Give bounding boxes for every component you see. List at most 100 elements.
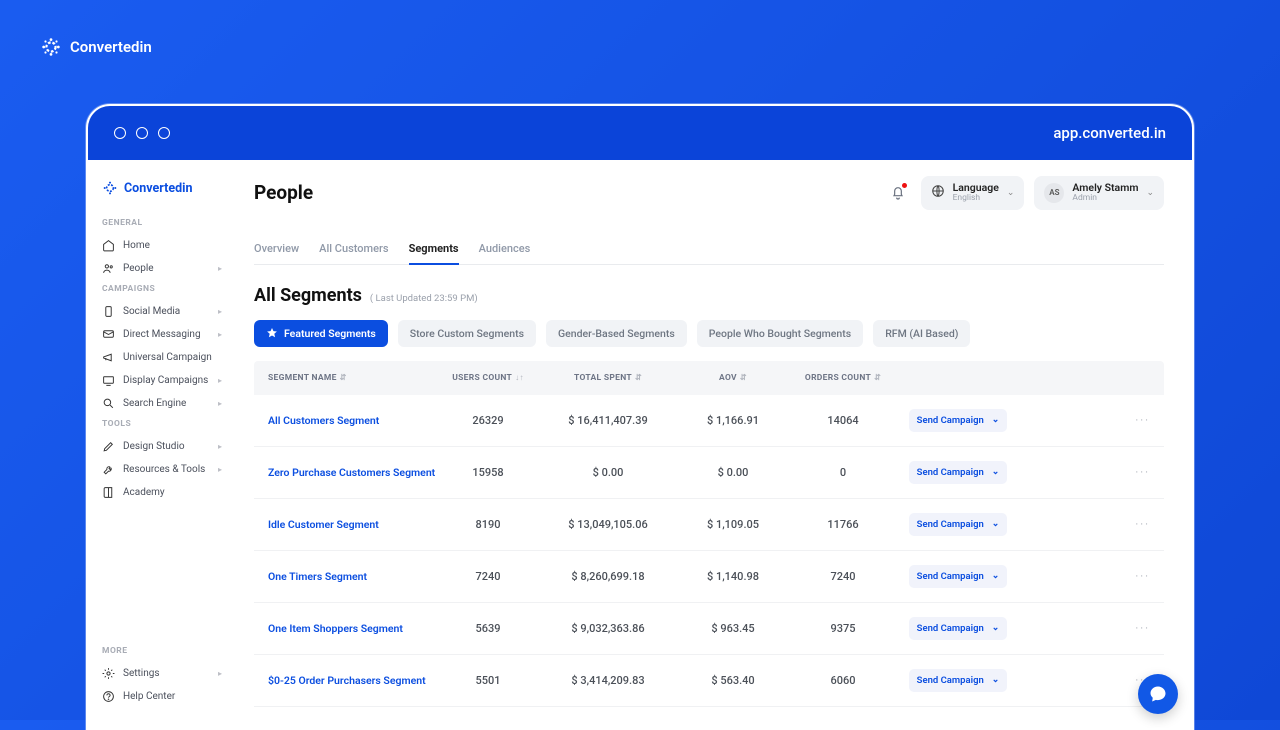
- sidebar-item-label: Settings: [123, 668, 160, 679]
- sidebar-item-home[interactable]: Home: [102, 234, 222, 257]
- table-row: Idle Customer Segment8190$ 13,049,105.06…: [254, 499, 1164, 551]
- segment-name[interactable]: One Timers Segment: [268, 570, 438, 584]
- send-campaign-button[interactable]: Send Campaign⌄: [909, 461, 1008, 484]
- send-campaign-button[interactable]: Send Campaign⌄: [909, 565, 1008, 588]
- sidebar-section-more: MORE: [102, 646, 222, 656]
- segment-name[interactable]: $0-25 Order Purchasers Segment: [268, 674, 438, 688]
- chevron-right-icon: ▸: [218, 442, 222, 451]
- window-dot[interactable]: [158, 127, 170, 139]
- section-title: All Segments: [254, 285, 362, 306]
- col-orders[interactable]: ORDERS COUNT⇵: [788, 373, 898, 383]
- aov: $ 1,166.91: [678, 414, 788, 427]
- sort-icon: ⇵: [874, 373, 881, 382]
- orders-count: 0: [788, 466, 898, 479]
- sidebar-item-academy[interactable]: Academy: [102, 481, 222, 504]
- users-count: 7240: [438, 570, 538, 583]
- star-icon: [266, 327, 278, 339]
- tabs: Overview All Customers Segments Audience…: [254, 234, 1164, 265]
- sidebar-item-search[interactable]: Search Engine▸: [102, 392, 222, 415]
- more-actions[interactable]: ···: [1018, 518, 1150, 531]
- sidebar-section-general: GENERAL: [102, 218, 222, 228]
- window-dot[interactable]: [114, 127, 126, 139]
- filter-store[interactable]: Store Custom Segments: [398, 320, 536, 347]
- col-spent[interactable]: TOTAL SPENT⇵: [538, 373, 678, 383]
- orders-count: 7240: [788, 570, 898, 583]
- sidebar-item-help[interactable]: Help Center: [102, 685, 222, 708]
- total-spent: $ 13,049,105.06: [538, 518, 678, 531]
- orders-count: 11766: [788, 518, 898, 531]
- chevron-down-icon: ⌄: [992, 519, 1000, 529]
- users-count: 5639: [438, 622, 538, 635]
- tab-all-customers[interactable]: All Customers: [319, 234, 388, 264]
- segment-filters: Featured Segments Store Custom Segments …: [254, 320, 1164, 347]
- more-actions[interactable]: ···: [1018, 414, 1150, 427]
- language-switcher[interactable]: LanguageEnglish ⌄: [921, 176, 1025, 210]
- sort-desc-icon: ↓↑: [515, 373, 524, 382]
- send-campaign-button[interactable]: Send Campaign⌄: [909, 617, 1008, 640]
- total-spent: $ 3,414,209.83: [538, 674, 678, 687]
- filter-gender[interactable]: Gender-Based Segments: [546, 320, 687, 347]
- tab-overview[interactable]: Overview: [254, 234, 299, 264]
- notifications-button[interactable]: [885, 180, 911, 206]
- aov: $ 0.00: [678, 466, 788, 479]
- more-actions[interactable]: ···: [1018, 622, 1150, 635]
- display-icon: [102, 374, 115, 387]
- tab-audiences[interactable]: Audiences: [479, 234, 531, 264]
- chevron-right-icon: ▸: [218, 669, 222, 678]
- send-campaign-button[interactable]: Send Campaign⌄: [909, 669, 1008, 692]
- segments-table: SEGMENT NAME⇵ USERS COUNT↓↑ TOTAL SPENT⇵…: [254, 361, 1164, 707]
- pen-icon: [102, 440, 115, 453]
- table-row: One Timers Segment7240$ 8,260,699.18$ 1,…: [254, 551, 1164, 603]
- table-row: One Item Shoppers Segment5639$ 9,032,363…: [254, 603, 1164, 655]
- sidebar: Convertedin GENERAL Home People▸ CAMPAIG…: [88, 160, 236, 728]
- sidebar-item-resources[interactable]: Resources & Tools▸: [102, 458, 222, 481]
- sidebar-item-social[interactable]: Social Media▸: [102, 300, 222, 323]
- brand-logo-outer: Convertedin: [40, 36, 152, 58]
- filter-featured[interactable]: Featured Segments: [254, 320, 388, 347]
- more-actions[interactable]: ···: [1018, 466, 1150, 479]
- col-name[interactable]: SEGMENT NAME⇵: [268, 373, 438, 383]
- sidebar-item-label: Universal Campaign: [123, 352, 212, 363]
- sidebar-item-label: Design Studio: [123, 441, 185, 452]
- col-users[interactable]: USERS COUNT↓↑: [438, 373, 538, 383]
- segment-name[interactable]: Idle Customer Segment: [268, 518, 438, 532]
- chevron-down-icon: ⌄: [992, 467, 1000, 477]
- segment-name[interactable]: All Customers Segment: [268, 414, 438, 428]
- sidebar-item-people[interactable]: People▸: [102, 257, 222, 280]
- chevron-down-icon: ⌄: [992, 623, 1000, 633]
- window-controls[interactable]: [114, 127, 170, 139]
- people-icon: [102, 262, 115, 275]
- more-actions[interactable]: ···: [1018, 570, 1150, 583]
- message-icon: [102, 328, 115, 341]
- home-icon: [102, 239, 115, 252]
- tab-segments[interactable]: Segments: [409, 234, 459, 265]
- chat-button[interactable]: [1138, 674, 1178, 714]
- filter-rfm[interactable]: RFM (AI Based): [873, 320, 970, 347]
- segment-name[interactable]: Zero Purchase Customers Segment: [268, 466, 438, 480]
- more-actions[interactable]: ···: [1018, 674, 1150, 687]
- send-campaign-button[interactable]: Send Campaign⌄: [909, 513, 1008, 536]
- language-value: English: [953, 194, 999, 204]
- aov: $ 1,109.05: [678, 518, 788, 531]
- brand-icon: [102, 180, 118, 196]
- chat-icon: [1148, 684, 1168, 704]
- sidebar-item-dm[interactable]: Direct Messaging▸: [102, 323, 222, 346]
- user-menu[interactable]: AS Amely StammAdmin ⌄: [1034, 176, 1164, 210]
- megaphone-icon: [102, 351, 115, 364]
- brand-logo-sidebar[interactable]: Convertedin: [102, 180, 222, 196]
- filter-bought[interactable]: People Who Bought Segments: [697, 320, 863, 347]
- table-row: All Customers Segment26329$ 16,411,407.3…: [254, 395, 1164, 447]
- users-count: 5501: [438, 674, 538, 687]
- sidebar-section-tools: TOOLS: [102, 419, 222, 429]
- send-campaign-button[interactable]: Send Campaign⌄: [909, 409, 1008, 432]
- window-dot[interactable]: [136, 127, 148, 139]
- sidebar-item-settings[interactable]: Settings ▸: [102, 662, 222, 685]
- sidebar-item-label: Help Center: [123, 691, 175, 702]
- sidebar-item-display[interactable]: Display Campaigns▸: [102, 369, 222, 392]
- aov: $ 563.40: [678, 674, 788, 687]
- segment-name[interactable]: One Item Shoppers Segment: [268, 622, 438, 636]
- filter-label: Featured Segments: [284, 327, 376, 340]
- sidebar-item-universal[interactable]: Universal Campaign: [102, 346, 222, 369]
- sidebar-item-design[interactable]: Design Studio ▸: [102, 435, 222, 458]
- col-aov[interactable]: AOV⇵: [678, 373, 788, 383]
